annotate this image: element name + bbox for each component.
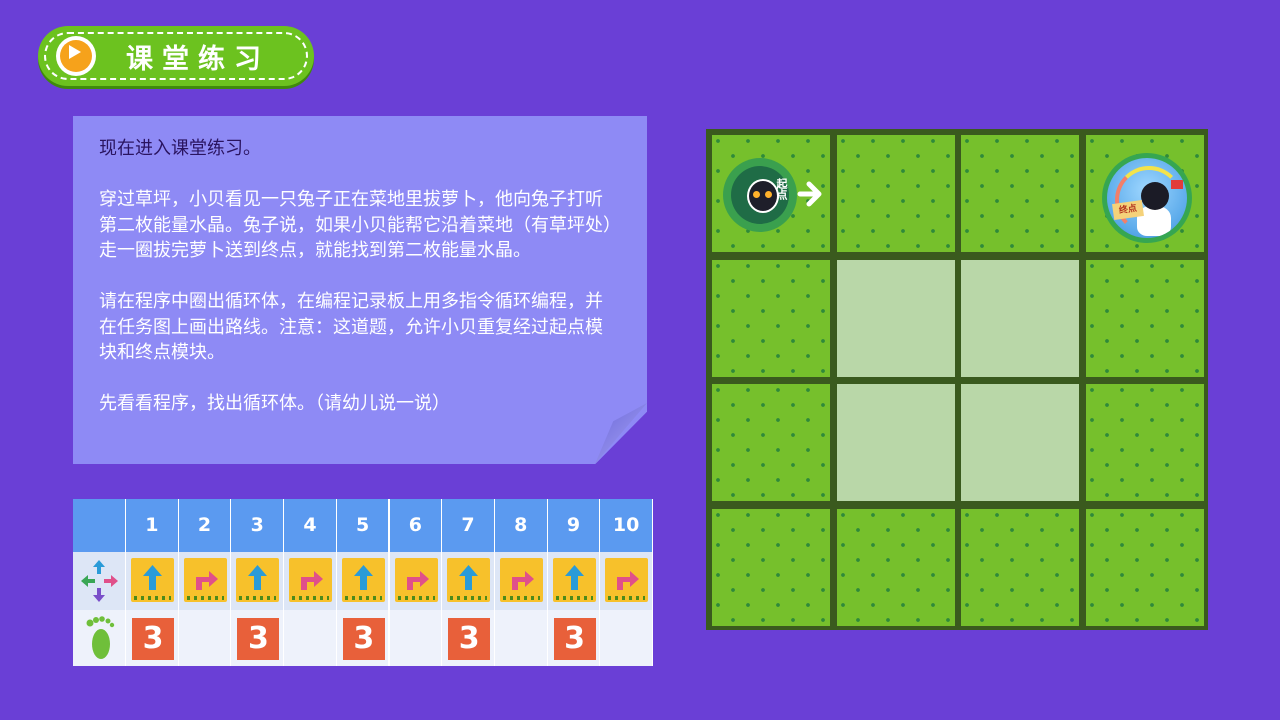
grass-tile[interactable] — [1085, 508, 1204, 626]
grass-tile[interactable] — [836, 135, 955, 252]
grass-tile[interactable] — [712, 259, 830, 377]
repeat-count-badge: 3 — [553, 618, 596, 660]
end-tile[interactable]: 终点 — [1085, 135, 1204, 252]
turn-right-arrow-icon — [289, 558, 333, 602]
empty-tile[interactable] — [836, 384, 955, 501]
count-row-label — [73, 610, 126, 666]
repeat-count-badge: 3 — [342, 618, 385, 660]
count-cell[interactable]: 3 — [126, 610, 179, 666]
turn-right-arrow-icon — [499, 558, 543, 602]
grass-strip — [344, 596, 382, 600]
grass-tile[interactable] — [961, 508, 1079, 626]
step-number-header: 9 — [547, 499, 601, 552]
command-row-label — [73, 552, 126, 610]
grass-strip — [502, 596, 540, 600]
count-cell[interactable] — [389, 610, 443, 666]
grass-strip — [239, 596, 277, 600]
grass-strip — [397, 596, 435, 600]
step-number-header: 5 — [336, 499, 390, 552]
step-number-header: 7 — [442, 499, 495, 552]
turn-right-arrow-icon — [183, 558, 227, 602]
empty-tile[interactable] — [961, 384, 1079, 501]
count-cell[interactable] — [600, 610, 653, 666]
start-tile[interactable]: 起点 — [712, 135, 830, 252]
grass-strip — [450, 596, 488, 600]
step-number-header: 1 — [126, 499, 179, 552]
grass-tile[interactable] — [1085, 259, 1204, 377]
up-arrow-icon — [131, 558, 174, 602]
count-cell[interactable] — [284, 610, 337, 666]
command-cell[interactable] — [389, 552, 443, 610]
instruction-text: 现在进入课堂练习。 穿过草坪，小贝看见一只兔子正在菜地里拔萝卜，他向兔子打听第二… — [99, 136, 619, 442]
count-cell[interactable] — [178, 610, 232, 666]
grass-tile[interactable] — [712, 384, 830, 501]
command-cell[interactable] — [126, 552, 179, 610]
turn-right-arrow-icon — [394, 558, 438, 602]
page-title: 课堂练习 — [126, 44, 270, 75]
turn-right-arrow-icon — [605, 558, 649, 602]
grass-tile[interactable] — [712, 508, 830, 626]
grass-strip — [608, 596, 646, 600]
up-arrow-icon — [341, 558, 385, 602]
count-cell[interactable]: 3 — [231, 610, 285, 666]
section-header: 课堂练习 — [38, 26, 314, 86]
command-cell[interactable] — [178, 552, 232, 610]
play-icon[interactable] — [56, 36, 96, 76]
step-number-header: 4 — [284, 499, 337, 552]
count-cell[interactable]: 3 — [547, 610, 601, 666]
instruction-paragraph: 先看看程序，找出循环体。（请幼儿说一说） — [99, 393, 450, 414]
start-label: 起点 — [775, 178, 788, 200]
step-number-header: 10 — [600, 499, 653, 552]
grass-strip — [186, 596, 224, 600]
grass-strip — [555, 596, 593, 600]
step-number-header: 6 — [389, 499, 443, 552]
command-cell[interactable] — [600, 552, 653, 610]
command-cell[interactable] — [284, 552, 337, 610]
step-number-header: 2 — [178, 499, 232, 552]
up-arrow-icon — [236, 558, 280, 602]
direction-arrow-icon — [794, 179, 824, 213]
step-number-header: 3 — [231, 499, 285, 552]
count-cell[interactable] — [494, 610, 548, 666]
empty-tile[interactable] — [961, 259, 1079, 377]
finish-badge: 终点 — [1101, 153, 1192, 243]
footprint-icon — [73, 616, 126, 670]
instruction-paragraph: 请在程序中圈出循环体，在编程记录板上用多指令循环编程，并在任务图上画出路线。注意… — [99, 291, 603, 363]
grass-tile[interactable] — [836, 508, 955, 626]
instruction-paragraph: 现在进入课堂练习。 — [99, 138, 261, 159]
grass-tile[interactable] — [1085, 384, 1204, 501]
grass-strip — [292, 596, 330, 600]
command-cell[interactable] — [547, 552, 601, 610]
grass-strip — [134, 596, 171, 600]
up-arrow-icon — [552, 558, 596, 602]
command-cell[interactable] — [442, 552, 495, 610]
command-cell[interactable] — [231, 552, 285, 610]
table-corner — [73, 499, 126, 552]
command-cell[interactable] — [336, 552, 390, 610]
empty-tile[interactable] — [836, 259, 955, 377]
count-cell[interactable]: 3 — [442, 610, 495, 666]
grass-tile[interactable] — [961, 135, 1079, 252]
repeat-count-badge: 3 — [132, 618, 174, 660]
program-record-board: 1 3 2 3 3 4 5 3 6 7 3 8 9 3 10 — [73, 499, 653, 666]
count-cell[interactable]: 3 — [336, 610, 390, 666]
instruction-paragraph: 穿过草坪，小贝看见一只兔子正在菜地里拔萝卜，他向兔子打听第二枚能量水晶。兔子说，… — [99, 189, 612, 261]
repeat-count-badge: 3 — [448, 618, 491, 660]
up-arrow-icon — [447, 558, 491, 602]
repeat-count-badge: 3 — [237, 618, 280, 660]
start-badge: 起点 — [723, 158, 797, 232]
command-cell[interactable] — [494, 552, 548, 610]
step-number-header: 8 — [494, 499, 548, 552]
task-map-grid: 起点 终点 — [706, 129, 1208, 630]
